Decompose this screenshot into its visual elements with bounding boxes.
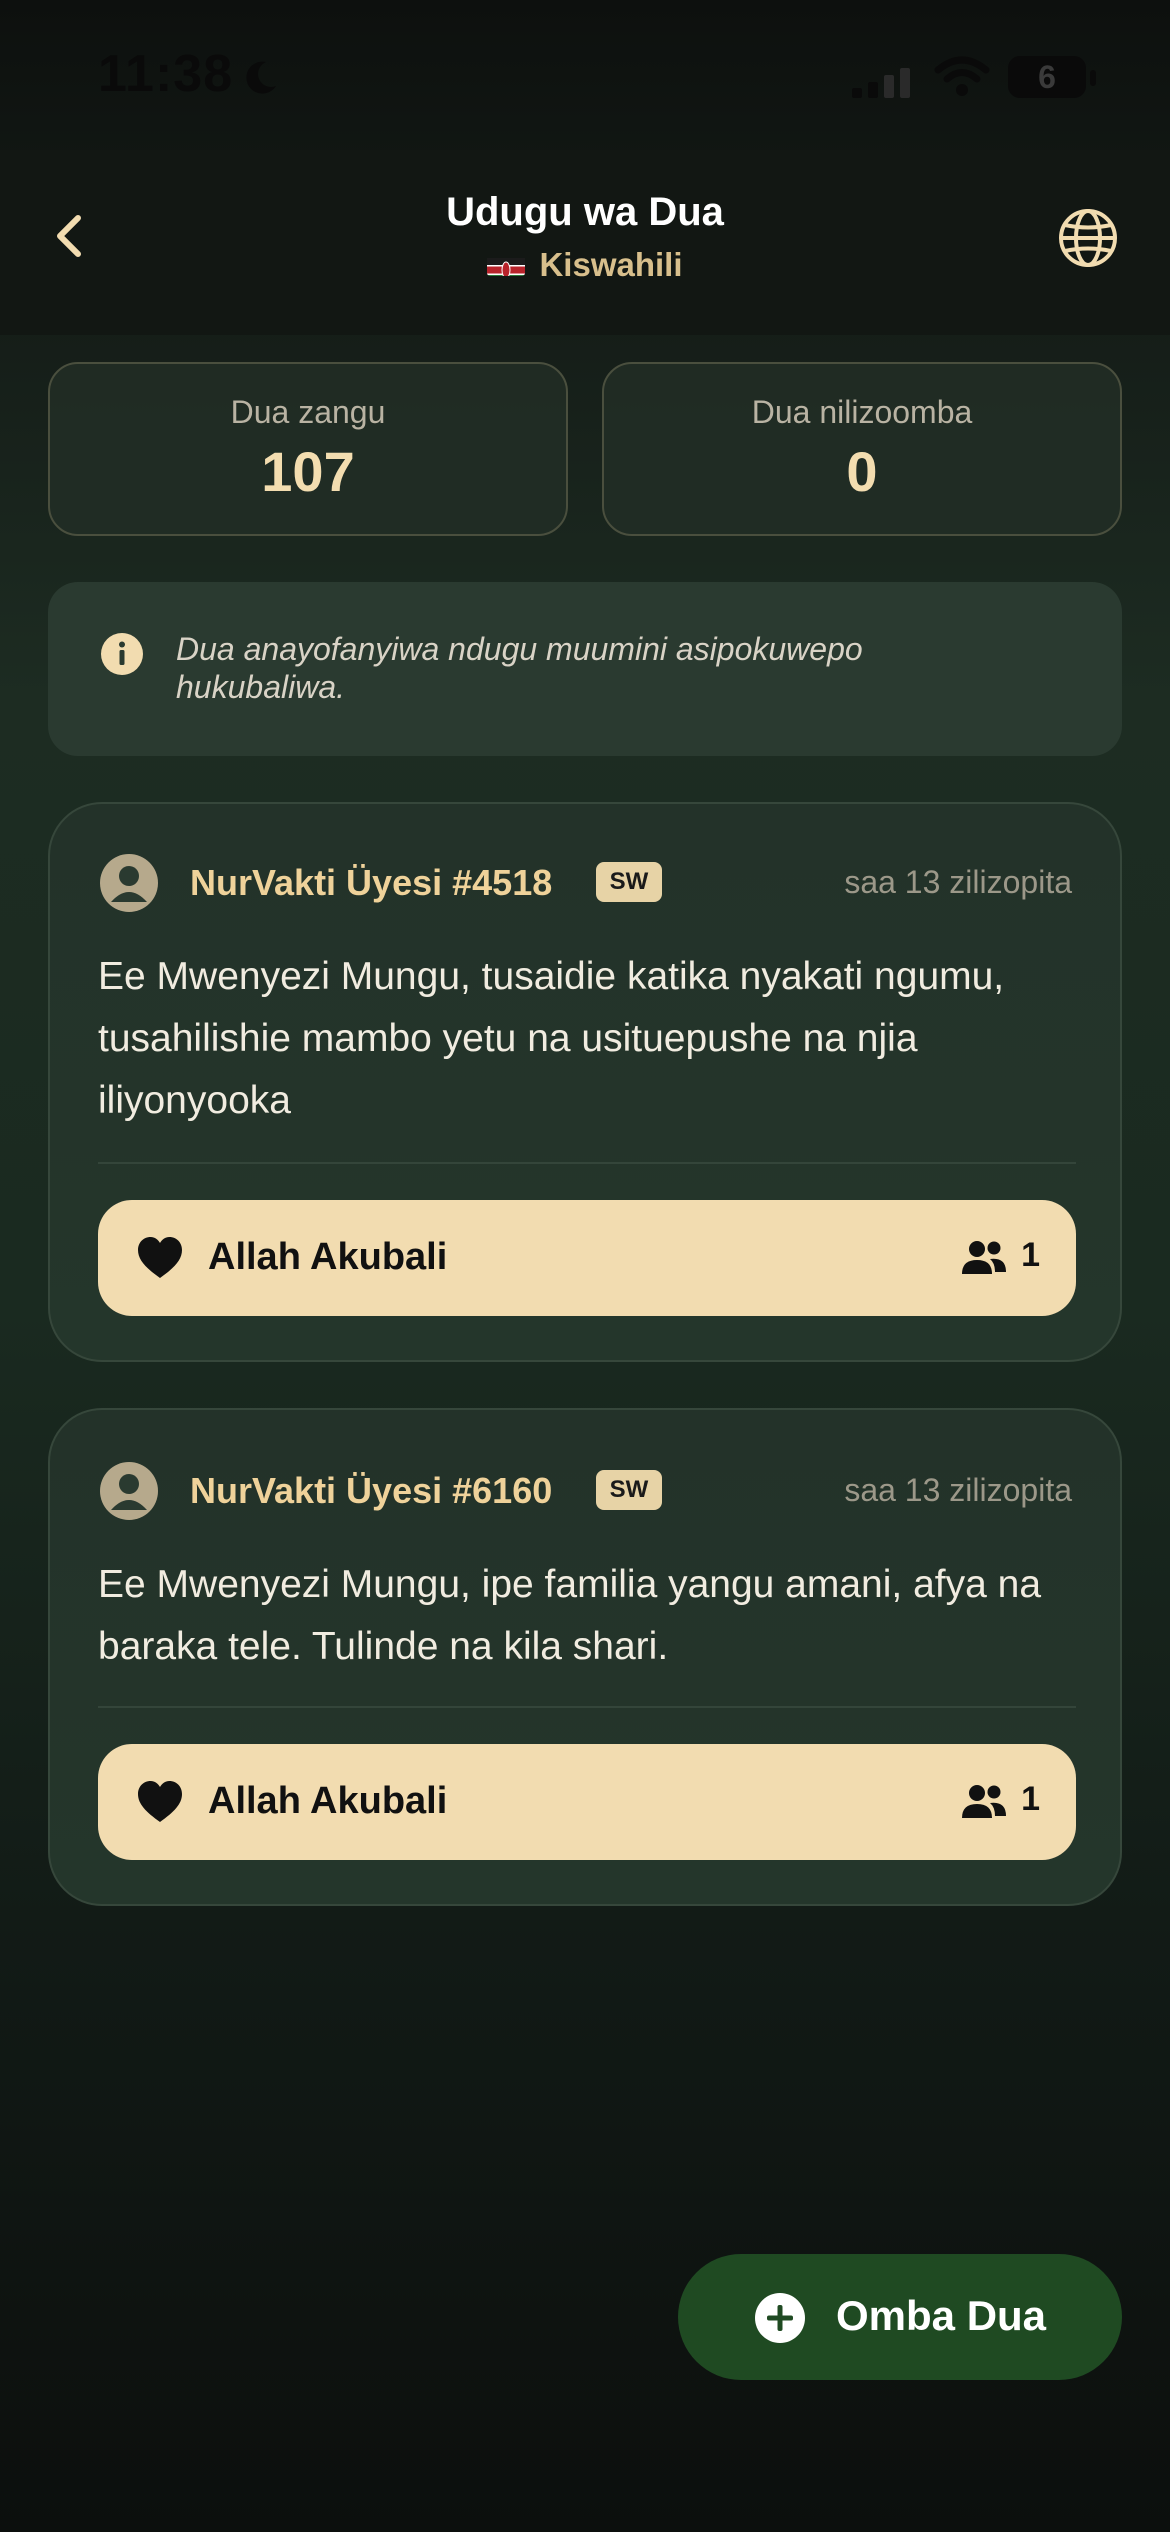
status-bar: 11:38 6 bbox=[0, 0, 1170, 150]
heart-icon bbox=[138, 1781, 182, 1822]
heart-icon bbox=[138, 1237, 182, 1278]
signal-icon bbox=[852, 68, 910, 98]
dua-text: Ee Mwenyezi Mungu, ipe familia yangu ama… bbox=[98, 1563, 1042, 1668]
stat-value: 107 bbox=[261, 440, 355, 503]
dua-card: NurVakti Üyesi #4518 SW saa 13 zilizopit… bbox=[48, 802, 1122, 1362]
people-icon bbox=[962, 1241, 1006, 1274]
timestamp: saa 13 zilizopita bbox=[844, 1472, 1072, 1508]
request-dua-button[interactable]: Omba Dua bbox=[678, 2254, 1122, 2380]
info-box: Dua anayofanyiwa ndugu muumini asipokuwe… bbox=[48, 582, 1122, 756]
wifi-icon bbox=[934, 56, 990, 96]
user-icon bbox=[111, 1474, 147, 1510]
page-title: Udugu wa Dua bbox=[446, 190, 724, 234]
plus-circle-icon bbox=[755, 2293, 805, 2343]
stat-label: Dua zangu bbox=[230, 394, 386, 430]
kenya-flag-icon bbox=[487, 252, 526, 277]
amen-label: Allah Akubali bbox=[208, 1780, 448, 1822]
globe-icon[interactable] bbox=[1056, 206, 1120, 270]
language-badge: SW bbox=[596, 862, 662, 902]
language-label: Kiswahili bbox=[539, 246, 683, 283]
avatar bbox=[100, 854, 158, 912]
dua-text: Ee Mwenyezi Mungu, tusaidie katika nyaka… bbox=[98, 955, 1005, 1122]
dua-card: NurVakti Üyesi #6160 SW saa 13 zilizopit… bbox=[48, 1408, 1122, 1906]
language-badge: SW bbox=[596, 1470, 662, 1510]
status-time: 11:38 bbox=[98, 45, 234, 103]
stat-card-my-duas[interactable]: Dua zangu 107 bbox=[48, 362, 568, 536]
divider bbox=[98, 1162, 1076, 1164]
user-name: NurVakti Üyesi #4518 bbox=[190, 862, 553, 903]
moon-icon bbox=[246, 61, 276, 94]
amen-button[interactable]: Allah Akubali 1 bbox=[98, 1200, 1076, 1316]
stat-card-requested-duas[interactable]: Dua nilizoomba 0 bbox=[602, 362, 1122, 536]
avatar bbox=[100, 1462, 158, 1520]
battery-cap bbox=[1090, 70, 1096, 86]
people-icon bbox=[962, 1785, 1006, 1818]
battery-level: 6 bbox=[1038, 59, 1056, 95]
stat-label: Dua nilizoomba bbox=[751, 394, 973, 430]
language-indicator: Kiswahili bbox=[0, 246, 1170, 284]
amen-count: 1 bbox=[1021, 1780, 1040, 1818]
fab-label: Omba Dua bbox=[836, 2292, 1047, 2339]
stat-value: 0 bbox=[846, 440, 878, 503]
timestamp: saa 13 zilizopita bbox=[844, 864, 1072, 900]
user-icon bbox=[111, 866, 147, 902]
battery-icon: 6 bbox=[1008, 56, 1086, 98]
info-icon bbox=[101, 633, 143, 675]
amen-label: Allah Akubali bbox=[208, 1236, 448, 1278]
amen-button[interactable]: Allah Akubali 1 bbox=[98, 1744, 1076, 1860]
user-name: NurVakti Üyesi #6160 bbox=[190, 1470, 553, 1511]
info-text: Dua anayofanyiwa ndugu muumini asipokuwe… bbox=[176, 631, 863, 705]
header: Udugu wa Dua Kiswahili bbox=[0, 150, 1170, 335]
amen-count: 1 bbox=[1021, 1236, 1040, 1274]
divider bbox=[98, 1706, 1076, 1708]
